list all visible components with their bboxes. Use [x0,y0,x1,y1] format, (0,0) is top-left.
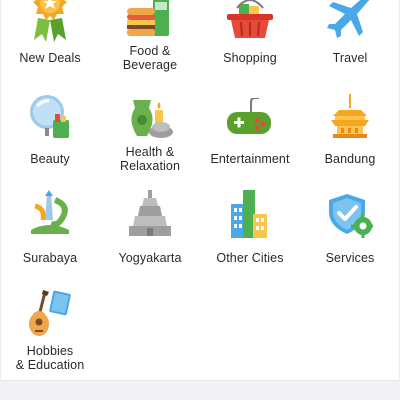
category-label: Hobbies & Education [15,344,85,372]
category-beauty[interactable]: Beauty [0,94,100,178]
temple-icon [129,190,171,236]
category-label: Services [325,251,375,265]
category-label: Food & Beverage [122,44,178,72]
category-shopping[interactable]: Shopping [200,0,300,80]
category-new-deals[interactable]: New Deals [0,0,100,80]
category-bandung[interactable]: Bandung [300,94,400,178]
shield-gear-icon [329,194,373,238]
surabaya-monument-icon [31,190,69,234]
category-label: Health & Relaxation [119,145,181,173]
category-services[interactable]: Services [300,190,400,270]
food-beverage-icon [127,0,169,36]
mirror-cosmetics-icon [30,95,69,138]
category-entertainment[interactable]: Entertainment [200,94,300,178]
spa-icon [131,100,173,138]
category-food-beverage[interactable]: Food & Beverage [100,0,200,80]
category-surabaya[interactable]: Surabaya [0,190,100,270]
guitar-book-icon [29,290,71,336]
category-label: Yogyakarta [118,251,182,265]
category-hobbies-education[interactable]: Hobbies & Education [0,290,100,374]
bottom-divider-strip [0,380,400,400]
game-controller-icon [227,98,271,134]
category-label: Entertainment [210,152,290,166]
airplane-icon [327,0,370,38]
deal-badge-icon [33,0,67,42]
category-label: Other Cities [216,251,284,265]
category-health-relaxation[interactable]: Health & Relaxation [100,94,200,178]
category-travel[interactable]: Travel [300,0,400,80]
category-label: Bandung [324,152,376,166]
category-other-cities[interactable]: Other Cities [200,190,300,270]
category-screen: New Deals Food & Beverage Shopping Trave… [0,0,400,400]
shopping-basket-icon [227,0,273,38]
category-label: Shopping [223,51,277,65]
category-grid: New Deals Food & Beverage Shopping Trave… [0,0,400,380]
category-label: New Deals [19,51,81,65]
category-label: Travel [332,51,368,65]
city-buildings-icon [231,190,267,238]
category-label: Surabaya [22,251,78,265]
category-yogyakarta[interactable]: Yogyakarta [100,190,200,270]
bandung-landmark-icon [331,94,369,138]
category-label: Beauty [30,152,70,166]
